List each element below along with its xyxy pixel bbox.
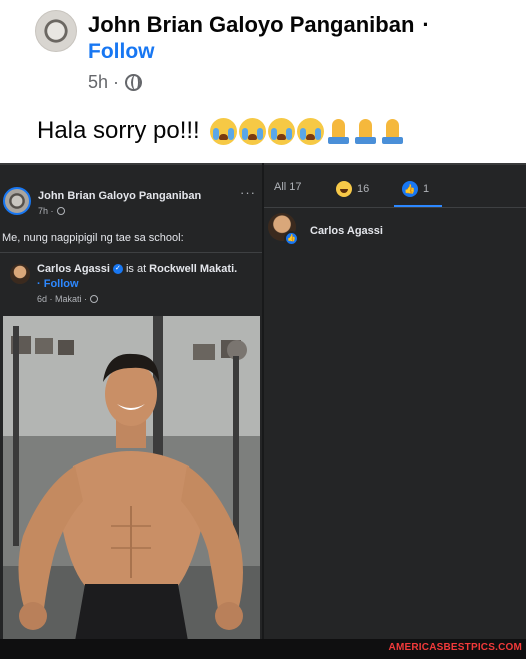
reaction-tabs: All 17 16 👍 1 xyxy=(264,177,526,208)
reactions-panel: All 17 16 👍 1 👍 Carlos Agassi xyxy=(264,163,526,639)
verified-badge-icon: ✓ xyxy=(112,264,123,274)
reactor-row[interactable]: 👍 Carlos Agassi xyxy=(264,211,526,251)
shared-post-header: Carlos Agassi ✓ is at Rockwell Makati. ·… xyxy=(0,252,262,314)
location-link[interactable]: Rockwell Makati. xyxy=(149,263,237,275)
tab-haha[interactable]: 16 xyxy=(336,181,369,197)
post-text-content: Hala sorry po!!! xyxy=(37,117,200,144)
haha-count: 16 xyxy=(357,183,370,195)
like-badge-icon: 👍 xyxy=(284,231,299,246)
loudly-crying-face-icon xyxy=(296,117,324,145)
globe-icon xyxy=(56,207,65,215)
post-photo[interactable] xyxy=(3,316,260,641)
shared-author-name[interactable]: Carlos Agassi xyxy=(37,263,110,275)
like-reaction-icon: 👍 xyxy=(402,181,418,197)
author-avatar[interactable] xyxy=(3,187,31,215)
haha-reaction-icon xyxy=(336,181,352,197)
shared-post-panel: John Brian Galoyo Panganiban 7h · ··· Me… xyxy=(0,163,262,641)
tab-all-label: All 17 xyxy=(274,181,302,193)
embedded-screenshot: John Brian Galoyo Panganiban 7h · ··· Me… xyxy=(0,163,526,659)
loudly-crying-face-icon xyxy=(209,117,237,145)
author-name-line: John Brian Galoyo Panganiban · xyxy=(88,12,430,38)
folded-hands-icon xyxy=(380,118,405,145)
follow-button[interactable]: · Follow xyxy=(37,278,79,290)
globe-icon xyxy=(125,74,143,91)
gym-photo-illustration xyxy=(3,316,260,641)
watermark-strip: AMERICASBESTPICS.COM xyxy=(0,639,526,659)
shared-author-line: Carlos Agassi ✓ is at Rockwell Makati. xyxy=(37,263,237,275)
emoji-row xyxy=(209,117,405,145)
author-name[interactable]: John Brian Galoyo Panganiban xyxy=(88,12,414,37)
tab-all[interactable]: All 17 xyxy=(274,181,302,193)
post-time: 5h · xyxy=(88,72,143,93)
loudly-crying-face-icon xyxy=(238,117,266,145)
folded-hands-icon xyxy=(353,118,378,145)
shared-post-time-text[interactable]: 6d · Makati · xyxy=(37,294,87,304)
author-avatar[interactable] xyxy=(35,10,77,52)
name-separator: · xyxy=(422,12,430,37)
shared-author-avatar[interactable] xyxy=(10,264,30,284)
author-name[interactable]: John Brian Galoyo Panganiban xyxy=(38,190,201,202)
shared-post-time: 6d · Makati · xyxy=(37,294,99,304)
top-post: John Brian Galoyo Panganiban · Follow 5h … xyxy=(0,0,526,163)
watermark-text: AMERICASBESTPICS.COM xyxy=(388,642,522,653)
post-time: 7h · xyxy=(38,206,65,216)
post-caption: Me, nung nagpipigil ng tae sa school: xyxy=(2,232,184,244)
like-count: 1 xyxy=(423,183,430,195)
reactor-name[interactable]: Carlos Agassi xyxy=(310,225,383,237)
tabs-divider xyxy=(264,207,526,208)
more-options-button[interactable]: ··· xyxy=(240,185,256,200)
post-time-text[interactable]: 7h · xyxy=(38,206,54,216)
loudly-crying-face-icon xyxy=(267,117,295,145)
globe-icon xyxy=(90,295,99,303)
follow-button[interactable]: Follow xyxy=(88,40,155,64)
is-at-text: is at xyxy=(125,263,147,275)
post-text: Hala sorry po!!! xyxy=(37,117,405,145)
tab-like[interactable]: 👍 1 xyxy=(402,181,429,197)
folded-hands-icon xyxy=(326,118,351,145)
post-time-text[interactable]: 5h · xyxy=(88,72,119,93)
